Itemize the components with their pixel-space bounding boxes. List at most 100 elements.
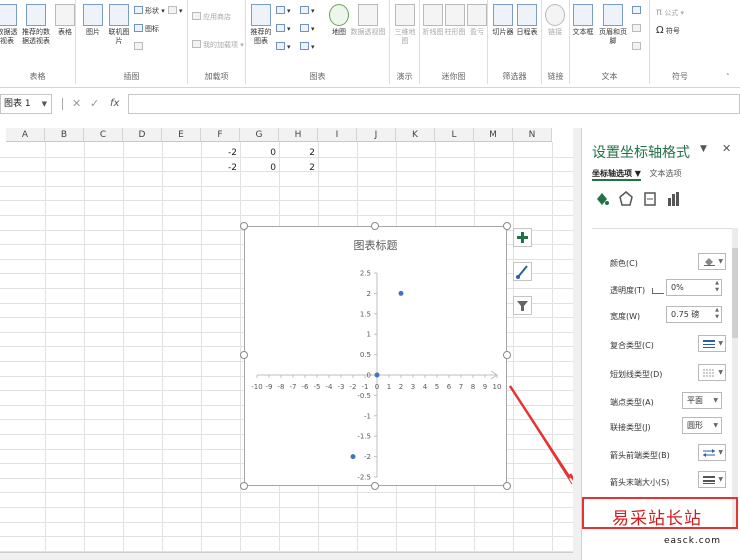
sheet-vertical-scrollbar[interactable]: [573, 128, 581, 560]
column-header-D[interactable]: D: [123, 128, 162, 142]
x-axis-tick-label: -7: [290, 383, 297, 391]
slicer-button[interactable]: 切片器: [490, 4, 516, 37]
enter-formula-button[interactable]: ✓: [90, 95, 99, 113]
axis-options-icon[interactable]: [666, 190, 682, 208]
pane-options-dropdown[interactable]: ▼: [700, 144, 707, 154]
column-header-G[interactable]: G: [240, 128, 279, 142]
equation-button[interactable]: π 公式 ▾: [656, 8, 684, 18]
pane-close-button[interactable]: ✕: [722, 142, 731, 155]
end-arrow-size-picker[interactable]: ▼: [698, 471, 726, 488]
tab-axis-options[interactable]: 坐标轴选项 ▼: [592, 169, 641, 181]
transparency-slider[interactable]: [652, 288, 664, 294]
column-header-E[interactable]: E: [162, 128, 201, 142]
chart-elements-button[interactable]: [513, 228, 532, 247]
transparency-spinner[interactable]: ▲ ▼: [715, 280, 719, 294]
my-addins-button[interactable]: 我的加载项 ▾: [192, 40, 244, 50]
3d-map-button[interactable]: 三维地图: [392, 4, 418, 46]
symbol-button[interactable]: Ω 符号: [656, 26, 680, 36]
column-header-H[interactable]: H: [279, 128, 318, 142]
column-header-A[interactable]: A: [6, 128, 45, 142]
cell-G2[interactable]: 0: [240, 161, 279, 175]
column-header-K[interactable]: K: [396, 128, 435, 142]
column-header-C[interactable]: C: [84, 128, 123, 142]
color-picker[interactable]: ▼: [698, 253, 726, 270]
width-spinner[interactable]: ▲ ▼: [715, 307, 719, 321]
pictures-button[interactable]: 图片: [80, 4, 106, 37]
store-button[interactable]: 应用商店: [192, 12, 231, 22]
chart-handle-bottom[interactable]: [371, 482, 379, 490]
cell-H2[interactable]: 2: [279, 161, 318, 175]
chart-handle-left[interactable]: [240, 351, 248, 359]
cancel-formula-button[interactable]: ✕: [72, 95, 81, 113]
smartart-button[interactable]: [134, 42, 145, 52]
name-box[interactable]: 图表 1 ▼: [0, 94, 52, 114]
worksheet[interactable]: A B C D E F G H I J K L M N -2 0 2 -2 0 2 图表标题 -10 -9 -8 -7 -6-…: [0, 128, 573, 560]
effects-icon[interactable]: [618, 190, 634, 208]
table-button[interactable]: 表格: [52, 4, 78, 37]
column-header-B[interactable]: B: [45, 128, 84, 142]
recommended-charts-button[interactable]: 推荐的图表: [248, 4, 274, 46]
column-header-L[interactable]: L: [435, 128, 474, 142]
timeline-button[interactable]: 日程表: [514, 4, 540, 37]
size-properties-icon[interactable]: [642, 190, 658, 208]
insert-function-button[interactable]: fx: [110, 95, 119, 113]
dash-type-picker[interactable]: ▼: [698, 364, 726, 381]
shapes-button[interactable]: 形状 ▾: [134, 6, 165, 16]
chart-styles-button[interactable]: [513, 262, 532, 281]
chart-handle-top[interactable]: [371, 222, 379, 230]
fill-line-icon[interactable]: [594, 190, 610, 208]
chart-area[interactable]: 图表标题 -10 -9 -8 -7 -6 -5 -4 -3 -2 -1 0 1 2 3 4 5 6 7 8 9 10 2.…: [244, 226, 507, 486]
icons-button[interactable]: 图标: [134, 24, 159, 34]
column-header-J[interactable]: J: [357, 128, 396, 142]
pane-scrollbar-thumb[interactable]: [732, 248, 738, 338]
cell-G1[interactable]: 0: [240, 146, 279, 160]
chart-handle-bottom-right[interactable]: [503, 482, 511, 490]
wordart-button[interactable]: [632, 6, 643, 16]
textbox-button[interactable]: 文本框: [570, 4, 596, 37]
watermark-url: easck.com: [664, 536, 721, 546]
line-chart-button[interactable]: ▾: [300, 6, 315, 16]
screenshot-button[interactable]: ▾: [168, 6, 183, 16]
column-header-N[interactable]: N: [513, 128, 552, 142]
cell-F1[interactable]: -2: [201, 146, 240, 160]
column-header-F[interactable]: F: [201, 128, 240, 142]
column-chart-button[interactable]: ▾: [276, 6, 291, 16]
ribbon-collapse-icon[interactable]: ˄: [726, 72, 730, 82]
compound-type-picker[interactable]: ▼: [698, 335, 726, 352]
link-button[interactable]: 链接: [542, 4, 568, 37]
name-box-dropdown-icon[interactable]: ▼: [42, 95, 47, 113]
online-pictures-button[interactable]: 联机图片: [106, 4, 132, 46]
sheet-tabs-bar[interactable]: [0, 552, 573, 560]
transparency-input[interactable]: 0% ▲ ▼: [666, 279, 722, 296]
column-header-M[interactable]: M: [474, 128, 513, 142]
chart-handle-top-left[interactable]: [240, 222, 248, 230]
chart-handle-bottom-left[interactable]: [240, 482, 248, 490]
map-button[interactable]: 地图: [326, 4, 352, 37]
cap-type-select[interactable]: 平面 ▼: [682, 392, 722, 409]
column-header-I[interactable]: I: [318, 128, 357, 142]
pivot-chart-button[interactable]: 数据透视图: [350, 4, 386, 37]
signature-button[interactable]: [632, 24, 643, 34]
chart-handle-right[interactable]: [503, 351, 511, 359]
pie-chart-button[interactable]: ▾: [276, 42, 291, 52]
begin-arrow-type-picker[interactable]: ▼: [698, 444, 726, 461]
join-type-select[interactable]: 圆形 ▼: [682, 417, 722, 434]
sparkline-winloss-button[interactable]: 盈亏: [464, 4, 490, 37]
header-footer-button[interactable]: 页眉和页脚: [596, 4, 630, 46]
scatter-chart-button[interactable]: ▾: [300, 42, 315, 52]
cell-F2[interactable]: -2: [201, 161, 240, 175]
cell-H1[interactable]: 2: [279, 146, 318, 160]
hierarchy-chart-button[interactable]: ▾: [276, 24, 291, 34]
pivot-table-button[interactable]: 数据透视表: [0, 4, 20, 46]
tab-text-options[interactable]: 文本选项: [649, 169, 681, 178]
object-button[interactable]: [632, 42, 643, 52]
y-axis-tick-label: 2.5: [360, 270, 371, 278]
recommended-pivot-button[interactable]: 推荐的数据透视表: [20, 4, 52, 46]
chart-filters-button[interactable]: [513, 296, 532, 315]
chart-plot-svg[interactable]: -10 -9 -8 -7 -6 -5 -4 -3 -2 -1 0 1 2 3 4 5 6 7 8 9 102.521.5…: [245, 227, 508, 487]
pane-scrollbar[interactable]: [732, 228, 738, 528]
statistic-chart-button[interactable]: ▾: [300, 24, 315, 34]
chart-handle-top-right[interactable]: [503, 222, 511, 230]
formula-input[interactable]: [128, 94, 740, 114]
width-input[interactable]: 0.75 磅 ▲ ▼: [666, 306, 722, 323]
